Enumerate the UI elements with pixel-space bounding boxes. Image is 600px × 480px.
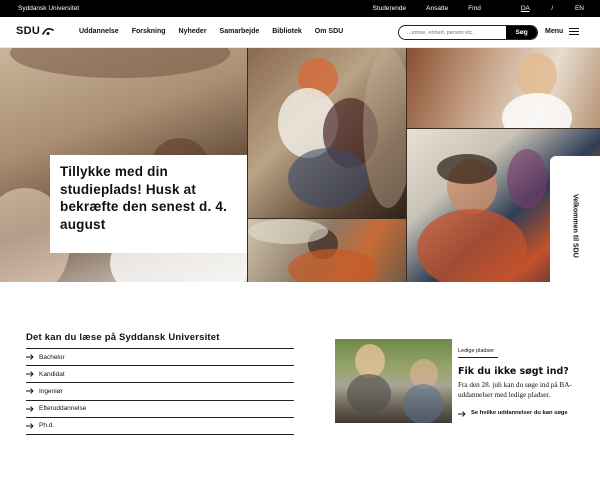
menu-button[interactable]: Menu [545, 28, 580, 35]
study-item-label: Ingeniør [39, 387, 63, 395]
lang-en[interactable]: EN [575, 5, 584, 12]
arrow-right-icon [458, 410, 467, 418]
study-item-label: Ph.d. [39, 422, 55, 430]
hero-photo-lounge-group [248, 219, 406, 282]
study-item-phd[interactable]: Ph.d. [26, 418, 294, 435]
menu-label: Menu [545, 28, 564, 35]
teaser-title: Fik du ikke søgt ind? [458, 366, 569, 377]
search-box: Søg [398, 25, 538, 40]
teaser-label: Ledige pladser [458, 348, 499, 358]
utility-link-studerende[interactable]: Studerende [373, 5, 407, 12]
study-item-efteruddannelse[interactable]: Efteruddannelse [26, 401, 294, 418]
arrow-right-icon [26, 371, 35, 378]
lang-da[interactable]: DA [521, 5, 530, 12]
hero-headline: Tillykke med din studieplads! Husk at be… [60, 164, 228, 232]
logo-text: SDU [16, 25, 41, 37]
hero-message-card[interactable]: Tillykke med din studieplads! Husk at be… [50, 155, 247, 253]
teaser-vacant-places: Ledige pladser Fik du ikke søgt ind? Fra… [458, 339, 578, 418]
hero-collage: Tillykke med din studieplads! Husk at be… [0, 48, 600, 282]
study-item-label: Efteruddannelse [39, 405, 87, 413]
lang-separator: / [551, 5, 554, 12]
study-programs-list: Bachelor Kandidat Ingeniør Efteruddannel… [26, 348, 294, 435]
teaser-link-label: Se hvilke uddannelser du kan søge [471, 410, 568, 416]
study-item-kandidat[interactable]: Kandidat [26, 366, 294, 384]
teaser-link[interactable]: Se hvilke uddannelser du kan søge [458, 409, 578, 418]
hero-photo-library-friends [248, 48, 406, 218]
utility-link-find[interactable]: Find [468, 5, 481, 12]
nav-item-uddannelse[interactable]: Uddannelse [79, 28, 119, 35]
sdu-logo-icon [42, 27, 54, 35]
nav-item-nyheder[interactable]: Nyheder [179, 28, 207, 35]
study-item-label: Bachelor [39, 353, 65, 361]
study-item-ingenior[interactable]: Ingeniør [26, 383, 294, 401]
welcome-side-tab[interactable]: Velkommen til SDU [550, 156, 600, 282]
nav-item-forskning[interactable]: Forskning [132, 28, 166, 35]
study-programs-section: Det kan du læse på Syddansk Universitet … [26, 332, 294, 435]
nav-item-om-sdu[interactable]: Om SDU [315, 28, 343, 35]
arrow-right-icon [26, 405, 35, 412]
main-navigation: SDU Uddannelse Forskning Nyheder Samarbe… [0, 17, 600, 48]
search-input[interactable] [399, 26, 507, 39]
utility-link-ansatte[interactable]: Ansatte [426, 5, 448, 12]
study-programs-title: Det kan du læse på Syddansk Universitet [26, 332, 220, 343]
utility-links: Studerende Ansatte Find DA / EN [353, 5, 584, 12]
hero-photo-smiling-student [407, 48, 600, 128]
utility-brand-link[interactable]: Syddansk Universitet [18, 5, 79, 12]
arrow-right-icon [26, 388, 35, 395]
arrow-right-icon [26, 423, 35, 429]
nav-item-bibliotek[interactable]: Bibliotek [272, 28, 302, 35]
sdu-logo[interactable]: SDU [16, 25, 54, 37]
teaser-photo-cyclists[interactable] [335, 339, 452, 423]
top-utility-bar: Syddansk Universitet Studerende Ansatte … [0, 0, 600, 17]
study-item-label: Kandidat [39, 370, 65, 378]
arrow-right-icon [26, 354, 35, 360]
language-switch: DA / EN [501, 5, 584, 12]
nav-item-samarbejde[interactable]: Samarbejde [220, 28, 260, 35]
welcome-side-tab-label: Velkommen til SDU [571, 194, 579, 258]
search-button[interactable]: Søg [506, 26, 537, 39]
teaser-body: Fra den 28. juli kan du søge ind på BA-u… [458, 381, 572, 399]
hamburger-icon [569, 28, 580, 35]
study-item-bachelor[interactable]: Bachelor [26, 349, 294, 367]
primary-menu: Uddannelse Forskning Nyheder Samarbejde … [79, 28, 356, 35]
